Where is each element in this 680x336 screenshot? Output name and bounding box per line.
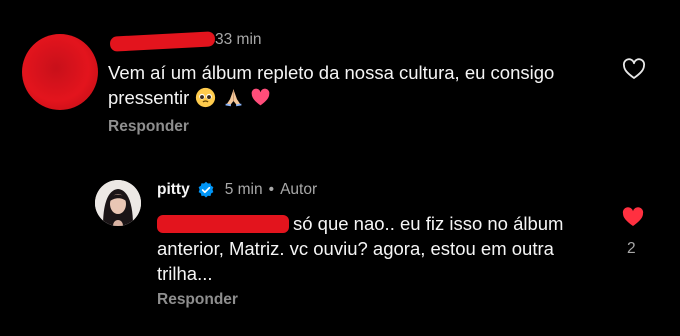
folded-hands-icon [224, 89, 242, 107]
reply-button[interactable]: Responder [157, 291, 238, 309]
comment-time: 33 min [215, 31, 262, 48]
author-label: Autor [280, 181, 318, 198]
comment-text-content: Vem aí um álbum repleto da nossa cultura… [108, 62, 555, 108]
avatar[interactable] [22, 34, 98, 110]
reply-comment-item: pitty 5 min • Autor só que nao.. eu fiz … [0, 160, 680, 336]
pleading-face-icon [196, 87, 216, 108]
verified-badge-icon [198, 181, 214, 198]
separator-dot: • [268, 181, 275, 198]
username[interactable]: pitty [157, 181, 190, 199]
comment-time: 5 min [224, 181, 263, 198]
heart-outline-icon[interactable] [622, 58, 646, 80]
redacted-mention[interactable] [157, 215, 289, 233]
comment-text: só que nao.. eu fiz isso no álbum anteri… [157, 211, 587, 286]
pink-heart-icon [251, 88, 269, 106]
reply-button[interactable]: Responder [108, 118, 189, 136]
redacted-username [109, 31, 216, 52]
heart-filled-icon[interactable] [621, 206, 645, 228]
like-count: 2 [627, 240, 636, 257]
comment-header: pitty 5 min • Autor [157, 181, 317, 199]
avatar-photo [95, 180, 141, 226]
avatar[interactable] [95, 180, 141, 226]
comment-text: Vem aí um álbum repleto da nossa cultura… [108, 60, 588, 110]
comment-item: 33 min Vem aí um álbum repleto da nossa … [0, 0, 680, 160]
